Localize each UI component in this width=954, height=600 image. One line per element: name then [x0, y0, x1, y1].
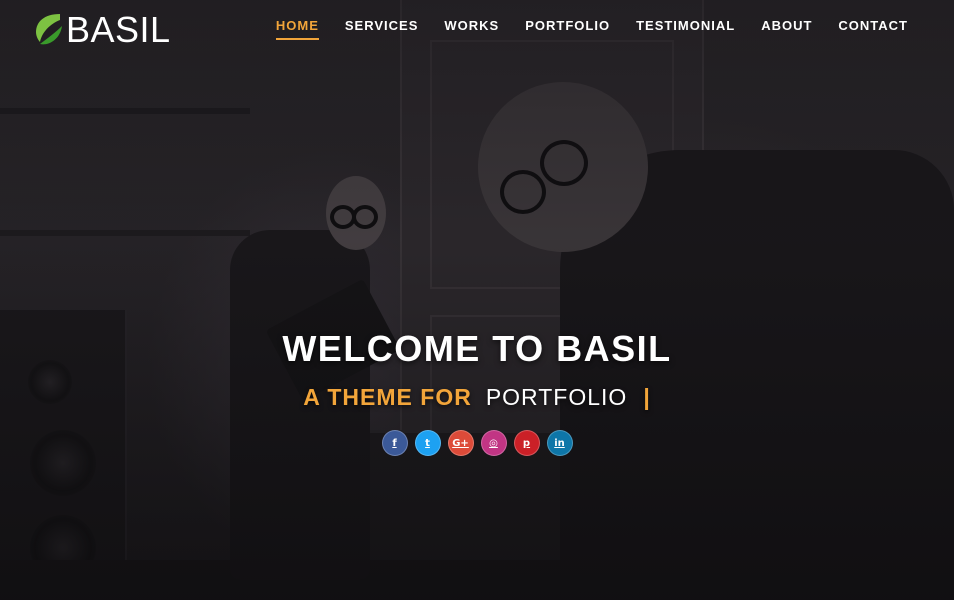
nav-services[interactable]: SERVICES — [345, 18, 419, 40]
google-plus-icon[interactable]: G+ — [447, 430, 474, 456]
twitter-icon[interactable]: t — [414, 430, 441, 456]
nav-home[interactable]: HOME — [275, 18, 319, 40]
facebook-icon[interactable]: f — [381, 430, 408, 456]
instagram-icon[interactable]: ◎ — [480, 430, 507, 456]
subtitle-typed-word: PORTFOLIO — [485, 384, 628, 410]
hero-title: WELCOME TO BASIL — [282, 328, 672, 369]
nav-works[interactable]: WORKS — [444, 18, 499, 40]
typing-cursor: | — [643, 384, 651, 410]
hero-subtitle: A THEME FOR PORTFOLIO | — [0, 384, 954, 411]
subtitle-accent: A THEME FOR — [303, 384, 472, 410]
nav-contact[interactable]: CONTACT — [838, 18, 908, 40]
brand-name: BASIL — [66, 9, 171, 50]
nav-portfolio[interactable]: PORTFOLIO — [525, 18, 610, 40]
pinterest-icon[interactable]: p — [513, 430, 540, 456]
main-nav: HOME SERVICES WORKS PORTFOLIO TESTIMONIA… — [275, 18, 908, 40]
nav-testimonial[interactable]: TESTIMONIAL — [636, 18, 735, 40]
dark-overlay — [0, 0, 954, 600]
site-logo[interactable]: BASIL — [34, 8, 171, 52]
hero-background — [0, 0, 954, 600]
leaf-logo-icon — [34, 10, 64, 50]
social-links: f t G+ ◎ p in — [0, 430, 954, 456]
nav-about[interactable]: ABOUT — [761, 18, 812, 40]
linkedin-icon[interactable]: in — [546, 430, 573, 456]
